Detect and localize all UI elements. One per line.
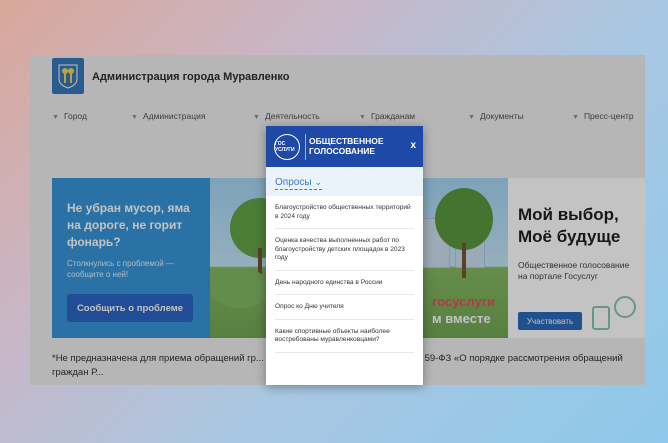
gosuslugi-caption: госуслуги (432, 294, 496, 309)
poll-item[interactable]: Оценка качества выполненных работ по бла… (275, 229, 414, 271)
coat-of-arms-icon[interactable] (52, 58, 84, 94)
chevron-down-icon: ▼ (52, 114, 59, 121)
header-divider (305, 134, 306, 160)
document-icon (592, 306, 610, 330)
chevron-down-icon: ▼ (572, 114, 579, 121)
modal-title: ОБЩЕСТВЕННОЕ ГОЛОСОВАНИЕ (309, 136, 384, 156)
banner-title: Не убран мусор, яма на дороге, не горит … (67, 201, 190, 249)
participate-button[interactable]: Участвовать (518, 312, 582, 330)
report-problem-button[interactable]: Сообщить о проблеме (67, 294, 193, 322)
chevron-down-icon: ▼ (468, 114, 475, 121)
voting-modal: ГОС УСЛУГИ ОБЩЕСТВЕННОЕ ГОЛОСОВАНИЕ x Оп… (266, 126, 423, 385)
nav-item-citizens[interactable]: ▼ Гражданам (359, 111, 415, 121)
nav-item-press-center[interactable]: ▼ Пресс-центр (572, 111, 634, 121)
chevron-down-icon: ▼ (131, 114, 138, 121)
tab-polls[interactable]: Опросы ⌄ (275, 176, 323, 190)
gosuslugi-caption-2: м вместе (432, 311, 491, 326)
nav-item-documents[interactable]: ▼ Документы (468, 111, 524, 121)
close-icon[interactable]: x (410, 140, 416, 151)
poll-item[interactable]: Благоустройство общественных территорий … (275, 196, 414, 229)
poll-item[interactable]: День народного единства в России (275, 271, 414, 295)
chevron-down-icon: ⌄ (314, 177, 323, 187)
voting-banner[interactable]: Мой выбор, Моё будуще Общественное голос… (508, 178, 645, 338)
poll-list: Благоустройство общественных территорий … (266, 196, 423, 353)
site-title[interactable]: Администрация города Муравленко (92, 71, 289, 83)
check-icon (614, 296, 636, 318)
voting-banner-text: Общественное голосование на портале Госу… (518, 260, 630, 281)
main-nav: ▼ Город ▼ Администрация ▼ Деятельность ▼ Гра… (30, 111, 645, 127)
voting-banner-title: Мой выбор, Моё будуще (518, 205, 621, 246)
poll-item[interactable]: Какие спортивные объекты наиболее востре… (275, 320, 414, 353)
chevron-down-icon: ▼ (359, 114, 366, 121)
gosuslugi-logo-icon: ГОС УСЛУГИ (274, 134, 300, 160)
nav-item-administration[interactable]: ▼ Администрация (131, 111, 205, 121)
modal-tabs: Опросы ⌄ (266, 167, 423, 196)
chevron-down-icon: ▼ (253, 114, 260, 121)
poll-item[interactable]: Опрос ко Дню учителя (275, 295, 414, 320)
nav-item-city[interactable]: ▼ Город (52, 111, 87, 121)
modal-header: ГОС УСЛУГИ ОБЩЕСТВЕННОЕ ГОЛОСОВАНИЕ x (266, 126, 423, 167)
banner-subtitle: Столкнулись с проблемой — сообщите о ней… (67, 259, 174, 279)
nav-item-activity[interactable]: ▼ Деятельность (253, 111, 320, 121)
